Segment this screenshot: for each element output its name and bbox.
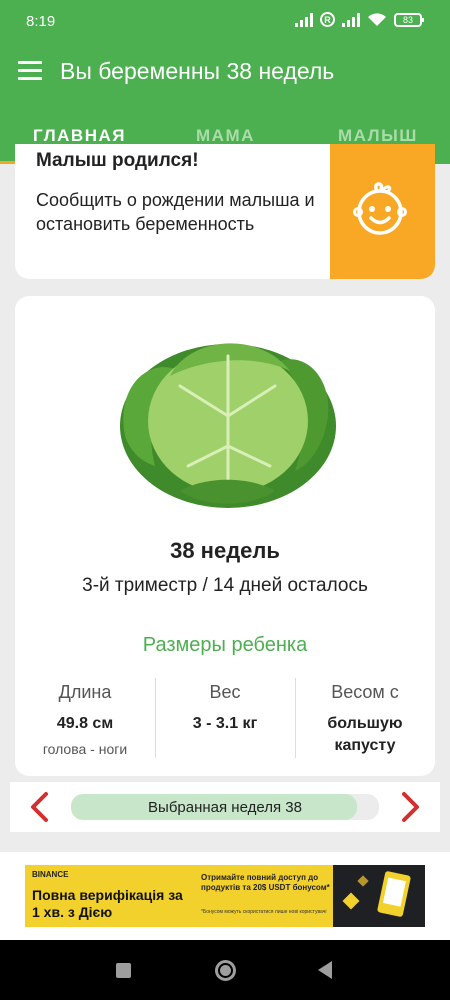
tab-mom[interactable]: МАМА	[196, 126, 255, 146]
stat-label: Весом с	[331, 682, 399, 702]
stat-label: Вес	[209, 682, 241, 702]
sizes-title: Размеры ребенка	[142, 634, 308, 656]
back-button[interactable]	[318, 961, 332, 979]
baby-born-card[interactable]: Малыш родился! Сообщить о рождении малыш…	[15, 144, 435, 279]
stat-weight: Вес 3 - 3.1 кг	[155, 674, 295, 764]
week-progress-bar[interactable]: Выбранная неделя 38	[71, 794, 379, 820]
menu-icon[interactable]	[18, 61, 42, 81]
roaming-icon: R	[320, 12, 335, 27]
cabbage-image	[120, 343, 336, 508]
battery-icon: 83	[394, 12, 424, 27]
ad-brand: BINANCE	[32, 870, 69, 879]
trimester-text: 3-й триместр / 14 дней осталось	[82, 575, 368, 596]
baby-born-icon-panel[interactable]	[330, 144, 435, 279]
week-selector: Выбранная неделя 38	[10, 782, 440, 832]
week-progress-label: Выбранная неделя 38	[148, 798, 302, 816]
stat-value: большую капусту	[327, 715, 403, 754]
system-nav-bar	[0, 940, 450, 1000]
status-bar: 8:19 R 83	[0, 0, 450, 44]
home-button[interactable]	[215, 960, 236, 981]
baby-born-title: Малыш родился!	[36, 150, 199, 171]
stat-value: 49.8 см	[56, 715, 114, 732]
ad-text: Отримайте повний доступ до продуктів та …	[201, 873, 330, 892]
stat-length: Длина 49.8 см голова - ноги	[15, 674, 155, 764]
stat-comparison: Весом с большую капусту	[295, 674, 435, 764]
signal-icon-2	[342, 12, 360, 27]
baby-face-icon	[353, 182, 407, 235]
app-bar: Вы беременны 38 недель	[0, 44, 450, 100]
chevron-left-icon[interactable]	[26, 791, 54, 823]
status-icons: R 83	[295, 12, 424, 27]
ad-fine-print: *Бонусом можуть скористатися лише нові к…	[201, 909, 327, 915]
status-time: 8:19	[26, 13, 56, 30]
recents-button[interactable]	[116, 963, 131, 978]
tab-main[interactable]: ГЛАВНАЯ	[33, 126, 126, 146]
ad-area: BINANCE Повна верифікація за 1 хв. з Діє…	[0, 852, 450, 940]
ad-banner[interactable]: BINANCE Повна верифікація за 1 хв. з Діє…	[25, 865, 425, 927]
ad-headline: Повна верифікація за 1 хв. з Дією	[32, 887, 183, 920]
stat-sub: голова - ноги	[42, 741, 128, 757]
app-title: Вы беременны 38 недель	[60, 58, 335, 84]
tab-baby[interactable]: МАЛЫШ	[338, 126, 418, 146]
ad-image	[333, 865, 425, 927]
stat-value: 3 - 3.1 кг	[192, 715, 258, 732]
chevron-right-icon[interactable]	[396, 791, 424, 823]
signal-icon	[295, 12, 313, 27]
baby-born-text: Сообщить о рождении малыша и остановить …	[36, 190, 315, 234]
stats-row: Длина 49.8 см голова - ноги Вес 3 - 3.1 …	[15, 674, 435, 764]
battery-level: 83	[402, 14, 413, 25]
stat-label: Длина	[58, 682, 112, 702]
week-card: 38 недель 3-й триместр / 14 дней осталос…	[15, 296, 435, 776]
weeks-title: 38 недель	[170, 538, 280, 563]
wifi-icon	[368, 13, 386, 26]
